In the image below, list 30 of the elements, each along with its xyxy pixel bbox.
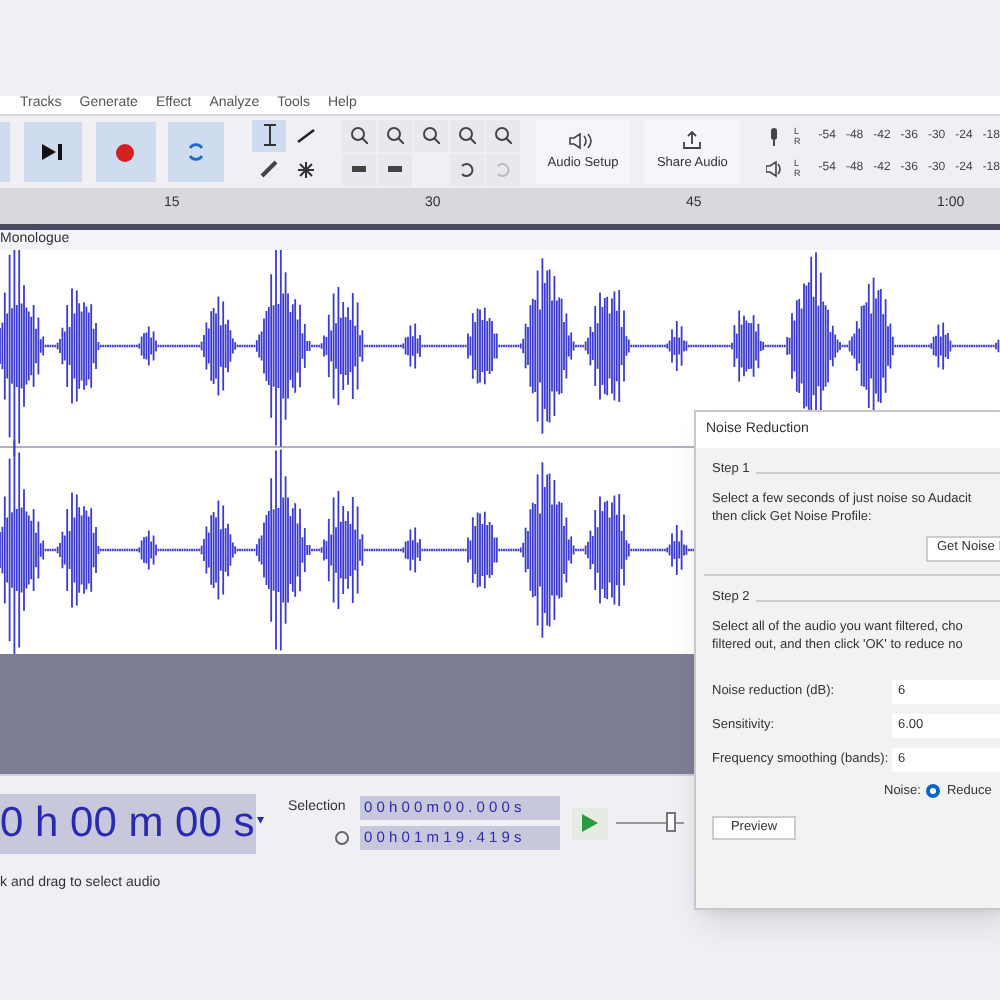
zoom-toggle-button[interactable]: [485, 119, 520, 151]
asterisk-icon: [297, 161, 314, 177]
fit-project-button[interactable]: [449, 119, 484, 151]
play-icon: [582, 814, 598, 832]
undo-icon: [457, 160, 476, 178]
redo-icon: [493, 160, 512, 178]
play-button[interactable]: [572, 807, 608, 839]
selection-tool-button[interactable]: [252, 119, 287, 151]
zoom-in-button[interactable]: [342, 119, 377, 151]
cursor-icon: [263, 124, 276, 146]
silence-button[interactable]: [378, 153, 413, 185]
zoom-out-button[interactable]: [378, 119, 413, 151]
speaker-icon: [766, 159, 783, 177]
undo-button[interactable]: [449, 153, 484, 185]
trim-button[interactable]: [342, 153, 377, 185]
zoom-out-icon: [386, 126, 405, 144]
share-icon: [682, 130, 703, 151]
loop-icon: [186, 142, 206, 162]
speed-slider-thumb[interactable]: [665, 812, 676, 832]
pencil-icon: [260, 160, 279, 178]
zoom-in-icon: [350, 126, 369, 144]
radio-button[interactable]: [926, 783, 941, 798]
record-button[interactable]: [95, 122, 156, 182]
loop-button[interactable]: [167, 122, 225, 182]
skip-to-end-button[interactable]: [23, 122, 82, 182]
fit-selection-button[interactable]: [413, 119, 448, 151]
speaker-icon: [568, 131, 597, 150]
record-icon: [116, 143, 135, 161]
microphone-icon: [766, 127, 783, 145]
skip-end-icon: [42, 144, 63, 160]
